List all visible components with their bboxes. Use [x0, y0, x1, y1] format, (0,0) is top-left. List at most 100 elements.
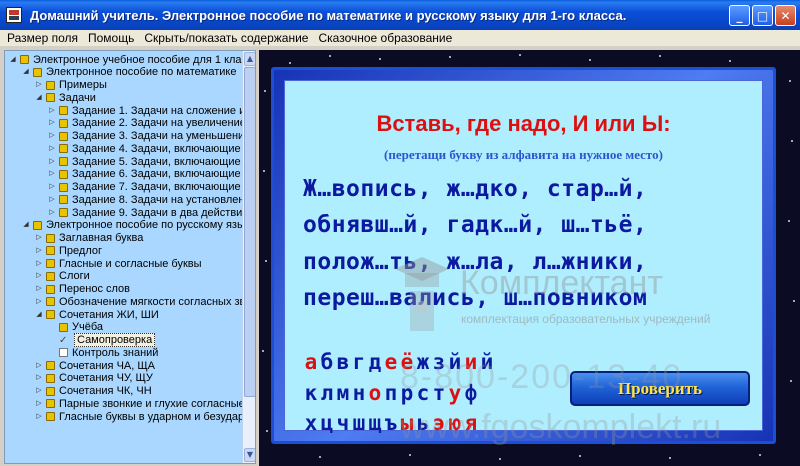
alphabet-letter[interactable]: ц: [319, 411, 335, 435]
expand-toggle-icon[interactable]: ▷: [48, 145, 56, 153]
tree-item[interactable]: ▷ Парные звонкие и глухие согласные: [35, 397, 242, 410]
tree-item[interactable]: ▷ Сочетания ЧК, ЧН: [35, 385, 151, 398]
alphabet-letter[interactable]: ш: [351, 411, 367, 435]
alphabet-letter[interactable]: ю: [447, 411, 463, 435]
scroll-up-button[interactable]: ▲: [244, 52, 255, 66]
alphabet-letter[interactable]: х: [303, 411, 319, 435]
menu-toggle-contents[interactable]: Скрыть/показать содержание: [144, 31, 308, 45]
scroll-down-button[interactable]: ▼: [244, 448, 255, 462]
tree-item[interactable]: ▷ Примеры: [35, 79, 107, 92]
expand-toggle-icon[interactable]: ▷: [48, 196, 56, 204]
alphabet-letter[interactable]: л: [319, 381, 335, 405]
alphabet-letter[interactable]: ё: [399, 350, 415, 374]
tree-item[interactable]: ▷ Гласные буквы в ударном и безударном: [35, 410, 242, 423]
tree-item[interactable]: ▷ Перенос слов: [35, 283, 130, 296]
tree-item[interactable]: ▷ Задание 1. Задачи на сложение и: [48, 104, 242, 117]
tree-item[interactable]: ◢ Задачи: [35, 91, 96, 104]
alphabet-letter[interactable]: э: [431, 411, 447, 435]
tree-item[interactable]: ▷ Задание 5. Задачи, включающие г: [48, 155, 242, 168]
expand-toggle-icon[interactable]: ▷: [35, 362, 43, 370]
tree-item[interactable]: ◢ Электронное пособие по математике: [22, 66, 236, 79]
alphabet-letter[interactable]: п: [383, 381, 399, 405]
alphabet-letter[interactable]: я: [463, 411, 479, 435]
expand-toggle-icon[interactable]: ▷: [48, 183, 56, 191]
expand-toggle-icon[interactable]: ▷: [48, 158, 56, 166]
alphabet-letter[interactable]: н: [351, 381, 367, 405]
alphabet-letter[interactable]: с: [415, 381, 431, 405]
expand-toggle-icon[interactable]: ▷: [35, 272, 43, 280]
tree-item[interactable]: ✓ Самопроверка: [48, 333, 156, 347]
alphabet-letter[interactable]: в: [335, 350, 351, 374]
expand-toggle-icon[interactable]: ▷: [35, 387, 43, 395]
collapse-toggle-icon[interactable]: ◢: [22, 68, 30, 76]
tree-item[interactable]: ▷ Задание 6. Задачи, включающие г: [48, 168, 242, 181]
expand-toggle-icon[interactable]: ▷: [35, 247, 43, 255]
expand-toggle-icon[interactable]: ▷: [35, 81, 43, 89]
menu-field-size[interactable]: Размер поля: [7, 31, 78, 45]
tree-item[interactable]: ▷ Предлог: [35, 244, 102, 257]
expand-toggle-icon[interactable]: ▷: [35, 298, 43, 306]
exercise-line[interactable]: переш…вались, ш…повником: [303, 285, 647, 311]
expand-toggle-icon[interactable]: ▷: [35, 234, 43, 242]
collapse-toggle-icon[interactable]: ◢: [9, 56, 17, 64]
alphabet-letter[interactable]: ъ: [383, 411, 399, 435]
tree-scrollbar[interactable]: ▲ ▼: [242, 51, 255, 463]
alphabet-letter[interactable]: г: [351, 350, 367, 374]
scroll-thumb[interactable]: [244, 67, 255, 397]
collapse-toggle-icon[interactable]: ◢: [22, 221, 30, 229]
tree-item[interactable]: ▷ Заглавная буква: [35, 232, 143, 245]
expand-toggle-icon[interactable]: ▷: [48, 209, 56, 217]
alphabet-letter[interactable]: й: [447, 350, 463, 374]
collapse-toggle-icon[interactable]: ◢: [35, 311, 43, 319]
tree-item[interactable]: ▷ Задание 2. Задачи на увеличение: [48, 117, 242, 130]
exercise-line[interactable]: Ж…вопись, ж…дко, стар…й,: [303, 176, 647, 202]
alphabet-letter[interactable]: а: [303, 350, 319, 374]
expand-toggle-icon[interactable]: ▷: [48, 132, 56, 140]
alphabet-letter[interactable]: ч: [335, 411, 351, 435]
alphabet-letter[interactable]: м: [335, 381, 351, 405]
alphabet-letter[interactable]: ф: [463, 381, 479, 405]
tree-item[interactable]: Учёба: [48, 321, 103, 334]
tree-item[interactable]: Контроль знаний: [48, 346, 158, 359]
tree-item[interactable]: ▷ Сочетания ЧУ, ЩУ: [35, 372, 153, 385]
tree-item[interactable]: ▷ Слоги: [35, 270, 89, 283]
alphabet-letter[interactable]: е: [383, 350, 399, 374]
alphabet-letter[interactable]: д: [367, 350, 383, 374]
app-icon[interactable]: [6, 7, 22, 23]
alphabet-letter[interactable]: у: [447, 381, 463, 405]
expand-toggle-icon[interactable]: ▷: [35, 400, 43, 408]
tree-item[interactable]: ▷ Обозначение мягкости согласных звуков: [35, 295, 242, 308]
tree-item[interactable]: ▷ Задание 3. Задачи на уменьшение: [48, 130, 242, 143]
expand-toggle-icon[interactable]: ▷: [48, 119, 56, 127]
menu-fairy-education[interactable]: Сказочное образование: [318, 31, 452, 45]
alphabet-letter[interactable]: ь: [415, 411, 431, 435]
title-bar[interactable]: Домашний учитель. Электронное пособие по…: [0, 0, 800, 30]
alphabet-letter[interactable]: и: [463, 350, 479, 374]
alphabet-letter[interactable]: к: [303, 381, 319, 405]
expand-toggle-icon[interactable]: ▷: [35, 285, 43, 293]
tree-item[interactable]: ◢ Электронное пособие по русскому языку: [22, 219, 242, 232]
tree-item[interactable]: ▷ Сочетания ЧА, ЩА: [35, 359, 155, 372]
alphabet-letter[interactable]: щ: [367, 411, 383, 435]
exercise-line[interactable]: полож…ть, ж…ла, л…жники,: [303, 249, 647, 275]
tree-item[interactable]: ▷ Гласные и согласные буквы: [35, 257, 201, 270]
tree-item[interactable]: ▷ Задание 4. Задачи, включающие г: [48, 142, 242, 155]
close-button[interactable]: ✕: [775, 5, 796, 26]
expand-toggle-icon[interactable]: ▷: [35, 260, 43, 268]
alphabet-letter[interactable]: б: [319, 350, 335, 374]
tree-item[interactable]: ◢ Сочетания ЖИ, ШИ: [35, 308, 158, 321]
alphabet-letter[interactable]: т: [431, 381, 447, 405]
alphabet-letter[interactable]: о: [367, 381, 383, 405]
tree-item[interactable]: ▷ Задание 9. Задачи в два действия: [48, 206, 242, 219]
tree-item[interactable]: ◢ Электронное учебное пособие для 1 класс…: [9, 53, 242, 66]
alphabet-letter[interactable]: й: [479, 350, 495, 374]
maximize-button[interactable]: □: [752, 5, 773, 26]
minimize-button[interactable]: _: [729, 5, 750, 26]
expand-toggle-icon[interactable]: ▷: [35, 374, 43, 382]
collapse-toggle-icon[interactable]: ◢: [35, 94, 43, 102]
alphabet-letter[interactable]: ж: [415, 350, 431, 374]
tree-item[interactable]: ▷ Задание 7. Задачи, включающие г: [48, 181, 242, 194]
check-answer-button[interactable]: Проверить: [570, 371, 750, 406]
alphabet-letter[interactable]: ы: [399, 411, 415, 435]
expand-toggle-icon[interactable]: ▷: [48, 107, 56, 115]
